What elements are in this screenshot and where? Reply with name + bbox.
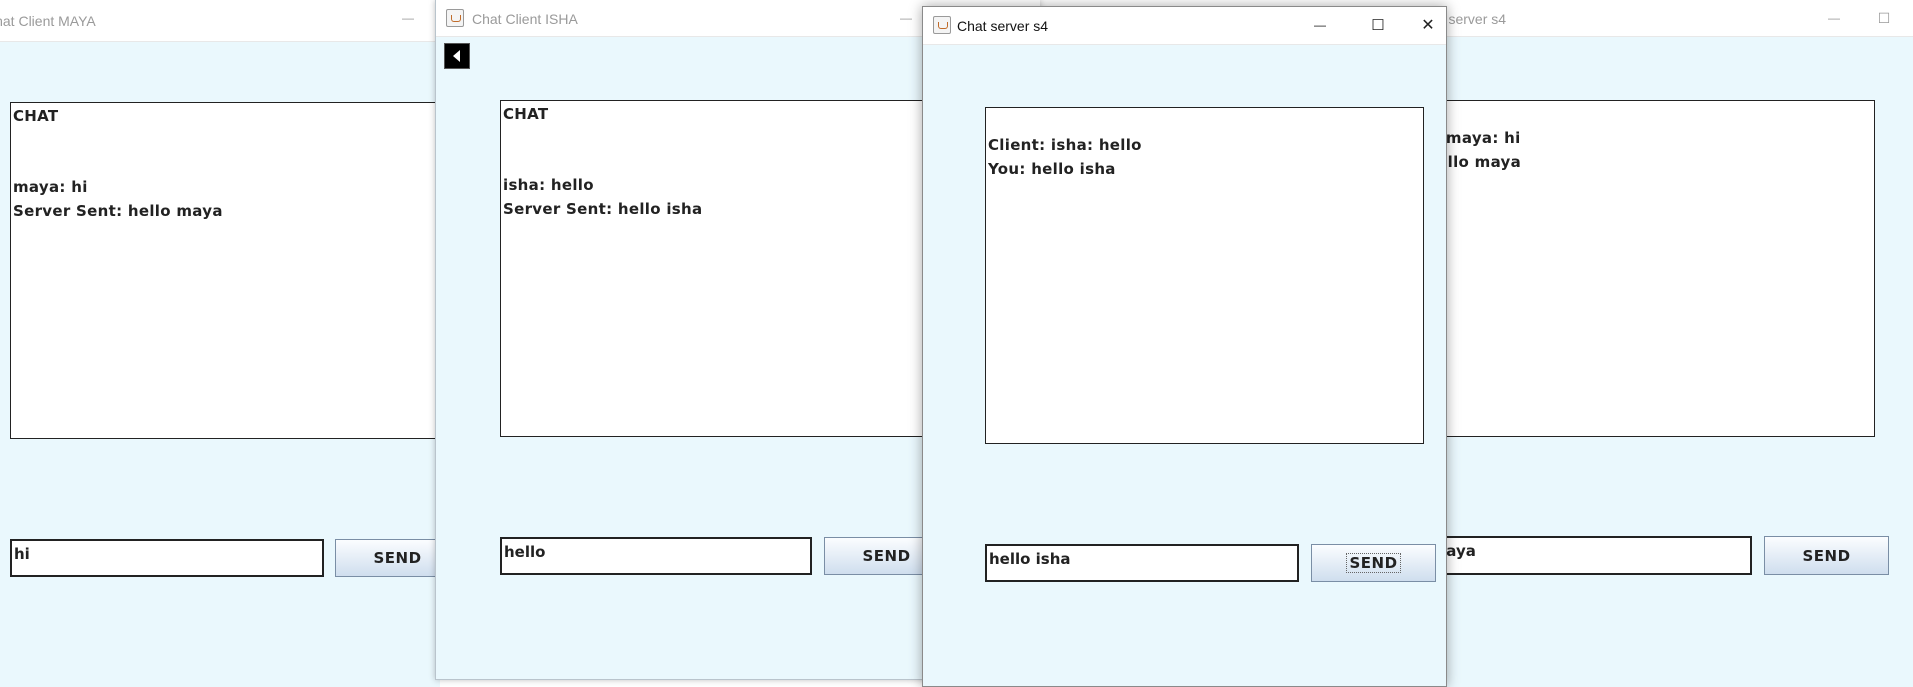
message-input[interactable]: hello isha <box>985 544 1299 582</box>
chat-line: Client: isha: hello <box>988 136 1142 154</box>
maximize-icon[interactable]: ☐ <box>1349 7 1407 43</box>
chat-line: maya: hi <box>13 178 88 196</box>
send-button[interactable]: SEND <box>1764 536 1889 575</box>
titlebar[interactable]: Chat server s4 — ☐ ✕ <box>923 7 1446 45</box>
window-title: Chat Client MAYA <box>0 13 96 29</box>
close-icon[interactable]: ✕ <box>1408 7 1446 43</box>
chat-line: You: hello isha <box>988 160 1116 178</box>
chat-heading: CHAT <box>13 107 59 125</box>
maximize-icon[interactable]: ☐ <box>1855 0 1913 36</box>
window-title: Chat Client ISHA <box>472 11 578 27</box>
message-input[interactable]: hi <box>10 539 324 577</box>
chat-line: Server Sent: hello maya <box>13 202 223 220</box>
minimize-icon[interactable]: — <box>379 0 437 36</box>
minimize-icon[interactable]: — <box>1291 7 1349 43</box>
window-server-maya: Chat server s4 — ☐ Client: maya: hi You:… <box>1375 0 1913 687</box>
chat-display: CHAT maya: hi Server Sent: hello maya <box>10 102 440 439</box>
chat-display: CHAT isha: hello Server Sent: hello isha <box>500 100 950 437</box>
chat-display: Client: isha: hello You: hello isha <box>985 107 1424 444</box>
chat-line: isha: hello <box>503 176 594 194</box>
back-button[interactable] <box>444 43 470 69</box>
titlebar[interactable]: Chat Client MAYA — <box>0 0 440 42</box>
java-app-icon <box>933 16 951 34</box>
window-title: Chat server s4 <box>957 18 1049 34</box>
window-client-maya: Chat Client MAYA — CHAT maya: hi Server … <box>0 0 440 687</box>
chat-line: Server Sent: hello isha <box>503 200 703 218</box>
chat-display: Client: maya: hi You: hello maya <box>1375 100 1875 437</box>
send-button-label: SEND <box>1346 553 1401 573</box>
titlebar[interactable]: Chat server s4 — ☐ <box>1375 0 1913 37</box>
window-server-isha: Chat server s4 — ☐ ✕ Client: isha: hello… <box>922 6 1447 687</box>
send-button[interactable]: SEND <box>335 539 440 577</box>
send-button[interactable]: SEND <box>1311 544 1436 582</box>
back-arrow-icon <box>453 50 460 62</box>
java-app-icon <box>446 9 464 27</box>
message-input[interactable]: hello <box>500 537 812 575</box>
chat-heading: CHAT <box>503 105 549 123</box>
